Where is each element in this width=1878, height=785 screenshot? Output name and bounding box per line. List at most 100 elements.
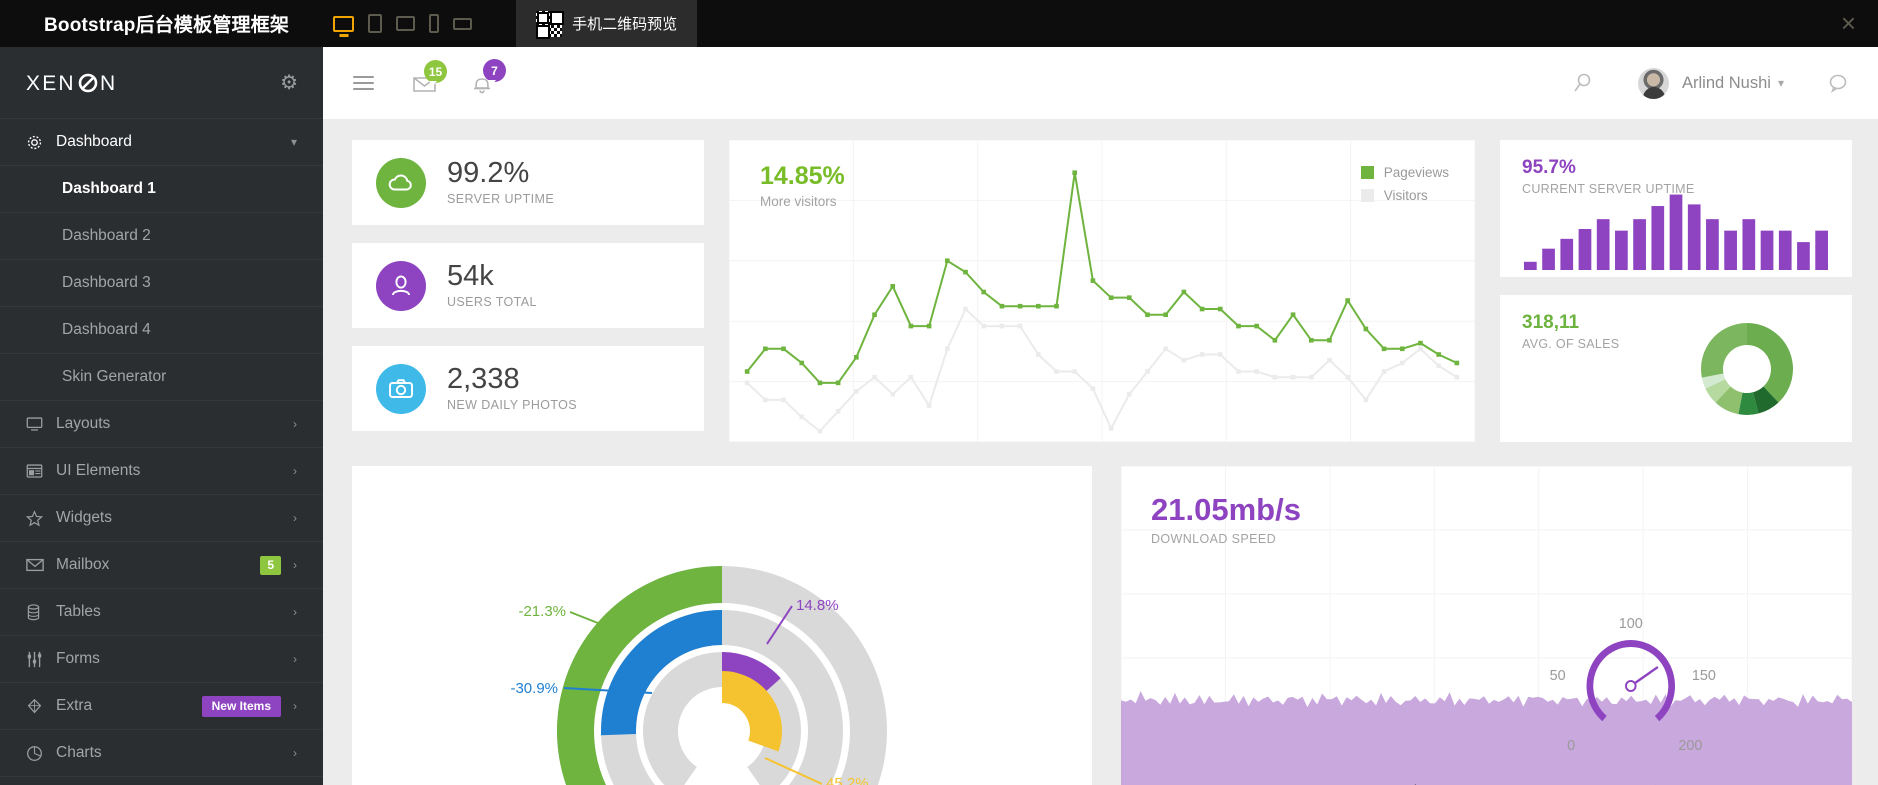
chevron-right-icon: ›	[293, 699, 297, 713]
chat-button[interactable]	[1828, 73, 1850, 93]
messages-button[interactable]: 15	[412, 60, 447, 93]
legend-swatch	[1360, 189, 1374, 202]
visitors-chart-card[interactable]: 14.85% More visitors Pageviews Visitors	[729, 140, 1475, 442]
chevron-right-icon: ›	[293, 605, 297, 619]
messages-count-badge: 15	[424, 60, 447, 86]
sales-kpi-value: 318,11	[1522, 312, 1580, 333]
close-icon[interactable]: ×	[1841, 0, 1856, 47]
star-icon	[26, 509, 56, 527]
sidebar-item-mailbox[interactable]: Mailbox 5 ›	[0, 542, 323, 589]
stat-label: USERS TOTAL	[447, 294, 537, 309]
legend-label: Visitors	[1383, 188, 1428, 203]
uptime-kpi-label: CURRENT SERVER UPTIME	[1522, 182, 1695, 196]
radial-label: 45.2%	[826, 775, 869, 785]
dashboard-bottom-row: -21.3% 14.8% -30.9% 45.2% 21.05mb/s DOWNLOA…	[352, 466, 1852, 785]
gauge-tick-label: 100	[1619, 616, 1643, 632]
chevron-right-icon: ›	[293, 464, 297, 478]
stat-cards: 99.2% SERVER UPTIME 54k USERS TOTAL 2,33…	[352, 140, 704, 442]
dashboard-main: 99.2% SERVER UPTIME 54k USERS TOTAL 2,33…	[323, 119, 1878, 785]
window-icon	[26, 463, 56, 479]
radial-progress-chart: -21.3% 14.8% -30.9% 45.2%	[510, 566, 887, 785]
stat-value: 54k	[447, 260, 494, 293]
right-widgets: 95.7% CURRENT SERVER UPTIME 318,11 AVG. …	[1500, 140, 1852, 442]
sidebar-item-label: Extra	[56, 697, 93, 714]
sliders-icon	[26, 651, 56, 668]
avg-sales-widget[interactable]: 318,11 AVG. OF SALES	[1500, 295, 1852, 442]
preview-title: Bootstrap后台模板管理框架	[44, 15, 290, 36]
qr-preview-tab[interactable]: 手机二维码预览	[516, 0, 698, 47]
brand-logo[interactable]: XEN N	[26, 71, 138, 95]
desktop-preview-icon[interactable]	[333, 15, 355, 32]
sales-kpi: 318,11 AVG. OF SALES	[1522, 312, 1619, 351]
xenon-wordmark: XEN N	[26, 72, 117, 95]
speed-kpi-value: 21.05mb/s	[1151, 492, 1301, 527]
device-preview-switcher[interactable]	[289, 0, 473, 47]
qr-preview-tab-label: 手机二维码预览	[572, 16, 678, 33]
radial-label: 14.8%	[796, 597, 839, 614]
speed-kpi: 21.05mb/s DOWNLOAD SPEED	[1151, 492, 1301, 546]
database-icon	[26, 603, 56, 621]
visitors-kpi: 14.85% More visitors	[760, 162, 845, 209]
sidebar-item-layouts[interactable]: Layouts ›	[0, 401, 323, 448]
sidebar-item-dashboard-1[interactable]: Dashboard 1	[0, 166, 323, 213]
sidebar-item-label: Dashboard 2	[62, 227, 151, 244]
download-speed-card[interactable]: 21.05mb/s DOWNLOAD SPEED 0 50 100 150 200	[1121, 466, 1852, 785]
sidebar-item-dashboard-4[interactable]: Dashboard 4	[0, 307, 323, 354]
camera-glyph	[389, 379, 413, 398]
svg-text:N: N	[100, 72, 117, 95]
sidebar: XEN N ⚙ Dashboard ▾ Dashboard 1 Dashboard 2…	[0, 47, 323, 785]
user-menu[interactable]: Arlind Nushi ▾	[1638, 67, 1784, 99]
sidebar-item-ui-elements[interactable]: UI Elements ›	[0, 448, 323, 495]
sidebar-item-label: Widgets	[56, 509, 112, 526]
sidebar-item-label: Dashboard 3	[62, 274, 151, 291]
top-navbar: 15 7 Arlind Nushi ▾	[323, 47, 1878, 119]
stat-label: NEW DAILY PHOTOS	[447, 397, 578, 412]
radial-label: -30.9%	[510, 680, 558, 697]
legend-label: Pageviews	[1383, 165, 1449, 180]
chevron-right-icon: ›	[293, 511, 297, 525]
stat-card-server-uptime[interactable]: 99.2% SERVER UPTIME	[352, 140, 704, 225]
sidebar-item-tables[interactable]: Tables ›	[0, 589, 323, 636]
sidebar-item-badge: New Items	[201, 695, 281, 717]
stat-card-new-daily-photos[interactable]: 2,338 NEW DAILY PHOTOS	[352, 346, 704, 431]
user-name: Arlind Nushi	[1682, 73, 1771, 92]
sidebar-item-widgets[interactable]: Widgets ›	[0, 495, 323, 542]
hamburger-icon[interactable]	[353, 72, 374, 94]
sidebar-item-dashboard-2[interactable]: Dashboard 2	[0, 213, 323, 260]
notifications-button[interactable]: 7	[471, 59, 506, 94]
sidebar-item-extra[interactable]: Extra New Items ›	[0, 683, 323, 730]
sales-kpi-label: AVG. OF SALES	[1522, 337, 1620, 351]
phone-portrait-preview-icon[interactable]	[429, 14, 440, 33]
gauge-tick-label: 50	[1550, 668, 1566, 684]
phone-landscape-preview-icon[interactable]	[453, 17, 473, 30]
user-icon	[376, 260, 426, 311]
server-uptime-widget[interactable]: 95.7% CURRENT SERVER UPTIME	[1500, 140, 1852, 277]
sidebar-item-dashboard[interactable]: Dashboard ▾	[0, 119, 323, 166]
sidebar-item-charts[interactable]: Charts ›	[0, 730, 323, 777]
sidebar-item-label: Mailbox	[56, 556, 110, 573]
search-button[interactable]	[1572, 72, 1594, 94]
cloud-glyph	[388, 174, 412, 191]
envelope-icon	[26, 558, 56, 572]
chevron-down-icon: ▾	[1777, 76, 1784, 90]
content-area: 15 7 Arlind Nushi ▾ 99.2% SERVER UPTIME …	[323, 47, 1878, 785]
sidebar-item-skin-generator[interactable]: Skin Generator	[0, 354, 323, 401]
chevron-right-icon: ›	[293, 558, 297, 572]
stat-label: SERVER UPTIME	[447, 191, 555, 206]
sidebar-item-label: Skin Generator	[62, 368, 167, 385]
tablet-landscape-preview-icon[interactable]	[396, 16, 416, 31]
svg-text:XEN: XEN	[26, 72, 76, 95]
tablet-portrait-preview-icon[interactable]	[368, 14, 383, 33]
chevron-right-icon: ›	[293, 417, 297, 431]
sidebar-nav: Dashboard ▾ Dashboard 1 Dashboard 2 Dashboar…	[0, 119, 323, 777]
qr-code-icon	[536, 10, 563, 37]
sidebar-item-forms[interactable]: Forms ›	[0, 636, 323, 683]
sidebar-item-dashboard-3[interactable]: Dashboard 3	[0, 260, 323, 307]
legend-item-visitors: Visitors	[1360, 188, 1449, 203]
radial-progress-card[interactable]: -21.3% 14.8% -30.9% 45.2%	[352, 466, 1092, 785]
monitor-icon	[26, 416, 56, 432]
stat-card-users-total[interactable]: 54k USERS TOTAL	[352, 243, 704, 328]
sidebar-item-label: UI Elements	[56, 462, 141, 479]
gear-icon[interactable]: ⚙	[280, 70, 298, 95]
kite-icon	[26, 698, 56, 715]
